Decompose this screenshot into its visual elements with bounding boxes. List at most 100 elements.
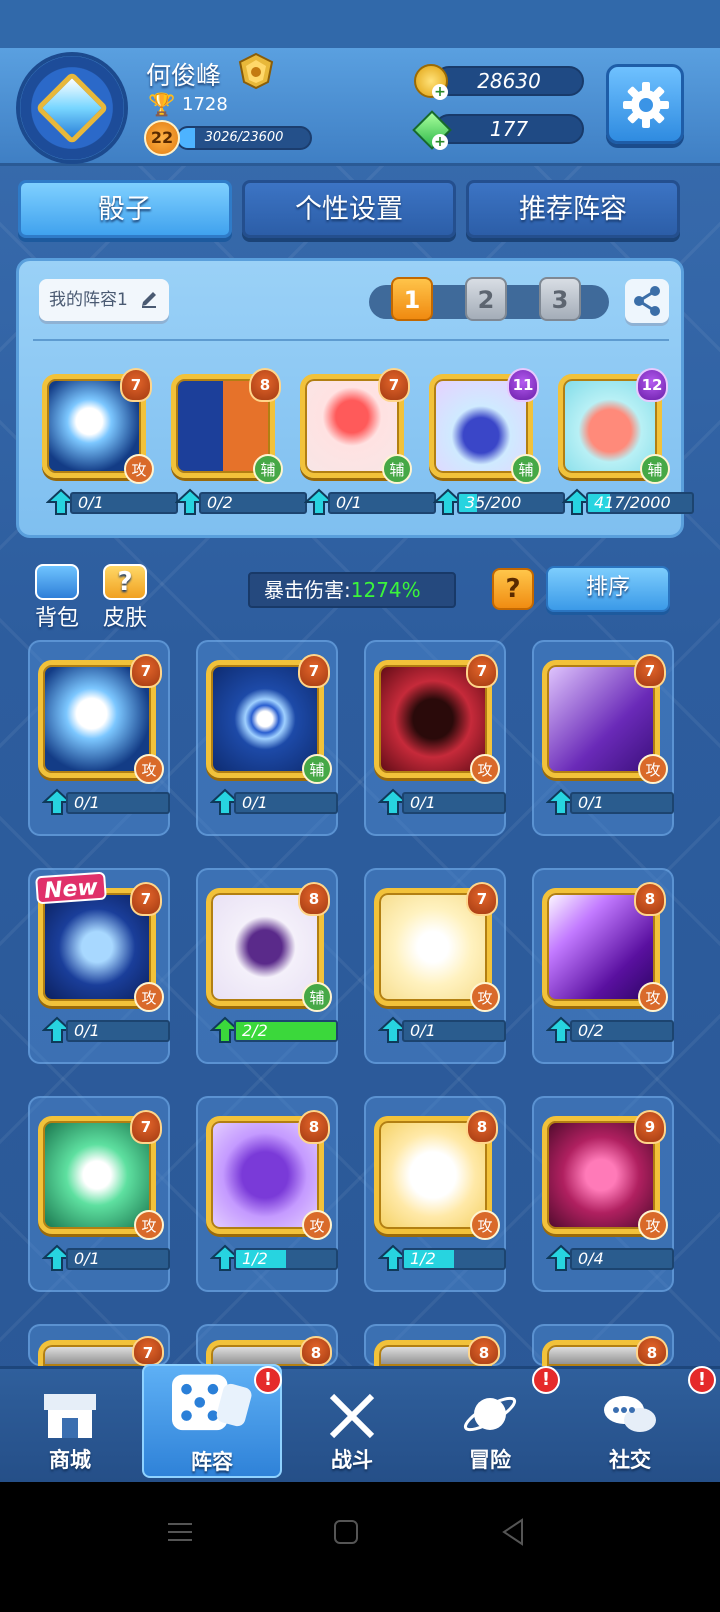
chat-bubbles-icon: [604, 1396, 656, 1432]
collection-card[interactable]: 7 攻 0/1: [542, 654, 674, 822]
upgrade-progress-text: 0/1: [74, 1021, 100, 1040]
deck-divider: [33, 339, 669, 341]
attack-type-badge: 攻: [134, 754, 164, 784]
support-type-badge: 辅: [640, 454, 670, 484]
home-icon[interactable]: [326, 1512, 366, 1552]
card-level-badge: 8: [636, 1336, 668, 1366]
card-level-badge: 11: [507, 368, 539, 402]
nav-label: 冒险: [469, 1448, 511, 1472]
alert-badge: !: [532, 1366, 560, 1394]
deck-slot-2[interactable]: 2: [465, 277, 507, 321]
deck-card[interactable]: 7 攻 0/1: [42, 368, 178, 522]
planet-icon: [463, 1396, 517, 1432]
collection-card[interactable]: 8 攻 1/2: [206, 1110, 338, 1278]
card-level-badge: 8: [298, 1110, 330, 1144]
skins-button[interactable]: ? 皮肤: [100, 564, 150, 632]
deck-name-button[interactable]: 我的阵容1: [39, 279, 169, 321]
tab-personalize[interactable]: 个性设置: [242, 180, 456, 238]
crit-damage-value: 1274%: [350, 578, 421, 602]
upgrade-progress-text: 0/1: [242, 793, 268, 812]
attack-type-badge: 攻: [470, 1210, 500, 1240]
nav-chat-bubbles[interactable]: 社交: [560, 1374, 700, 1478]
collection-card[interactable]: 7 攻 0/1: [374, 882, 506, 1050]
upgrade-progress-bar: 0/1: [66, 792, 170, 814]
xp-text: 3026/23600: [204, 130, 284, 145]
sort-button[interactable]: 排序: [546, 566, 670, 612]
deck-card[interactable]: 8 辅 0/2: [171, 368, 307, 522]
crossed-swords-icon: [329, 1393, 375, 1439]
attack-type-badge: 攻: [124, 454, 154, 484]
card-level-badge: 7: [466, 654, 498, 688]
upgrade-progress-text: 35/200: [465, 493, 522, 512]
upgrade-progress-bar: 417/2000: [586, 492, 694, 514]
upgrade-progress-bar: 0/2: [570, 1020, 674, 1042]
alert-badge: !: [254, 1366, 282, 1394]
attack-type-badge: 攻: [638, 754, 668, 784]
collection-card[interactable]: 8 辅 2/2: [206, 882, 338, 1050]
support-type-badge: 辅: [302, 754, 332, 784]
nav-shop[interactable]: 商城: [0, 1374, 140, 1478]
upgrade-progress-bar: 0/4: [570, 1248, 674, 1270]
collection-card[interactable]: 8 攻 0/2: [542, 882, 674, 1050]
add-gems-button[interactable]: +: [432, 134, 448, 150]
tab-dice[interactable]: 骰子: [18, 180, 232, 238]
card-level-badge: 12: [636, 368, 668, 402]
back-icon[interactable]: [494, 1512, 534, 1552]
upgrade-progress-bar: 0/1: [328, 492, 436, 514]
upgrade-progress-text: 0/1: [410, 1021, 436, 1040]
backpack-button[interactable]: 背包: [32, 564, 82, 632]
upgrade-progress-bar: 1/2: [402, 1248, 506, 1270]
upgrade-progress-bar: 0/2: [199, 492, 307, 514]
avatar[interactable]: [16, 52, 128, 164]
deck-slot-3[interactable]: 3: [539, 277, 581, 321]
add-gold-button[interactable]: +: [432, 84, 448, 100]
card-level-badge: 7: [298, 654, 330, 688]
gem-amount: 177: [434, 114, 584, 144]
recent-apps-icon[interactable]: [160, 1512, 200, 1552]
new-tag: New: [35, 871, 107, 905]
gold-amount: 28630: [434, 66, 584, 96]
card-level-badge: 8: [466, 1110, 498, 1144]
tab-recommended-decks[interactable]: 推荐阵容: [466, 180, 680, 238]
upgrade-progress-bar: 0/1: [234, 792, 338, 814]
collection-card[interactable]: 7 辅 0/1: [206, 654, 338, 822]
collection-card[interactable]: 7 攻 0/1: [38, 882, 170, 1050]
player-name: 何俊峰: [146, 61, 222, 90]
card-level-badge: 7: [132, 1336, 164, 1366]
deck-card[interactable]: 12 辅 417/2000: [558, 368, 694, 522]
card-level-badge: 8: [468, 1336, 500, 1366]
upgrade-progress-bar: 0/1: [402, 792, 506, 814]
status-bar: [0, 0, 720, 48]
backpack-label: 背包: [34, 606, 79, 631]
collection-card[interactable]: 7 攻 0/1: [38, 1110, 170, 1278]
xp-bar: 3026/23600: [176, 126, 312, 150]
deck-name: 我的阵容1: [49, 290, 128, 310]
collection-card[interactable]: 8 攻 1/2: [374, 1110, 506, 1278]
deck-card[interactable]: 7 辅 0/1: [300, 368, 436, 522]
upgrade-progress-text: 0/1: [336, 493, 362, 512]
skins-label: 皮肤: [102, 606, 147, 631]
support-type-badge: 辅: [253, 454, 283, 484]
share-button[interactable]: [625, 279, 669, 323]
attack-type-badge: 攻: [302, 1210, 332, 1240]
trophy-icon: 🏆: [148, 93, 176, 118]
upgrade-progress-text: 0/1: [74, 1249, 100, 1268]
collection-card[interactable]: 7 攻 0/1: [374, 654, 506, 822]
rank-badge-icon: [238, 52, 274, 90]
diamond-emblem-icon: [35, 71, 109, 145]
nav-crossed-swords[interactable]: 战斗: [282, 1374, 422, 1478]
help-button[interactable]: ?: [492, 568, 534, 610]
collection-card[interactable]: 7 攻 0/1: [38, 654, 170, 822]
dice-icon: [172, 1374, 252, 1431]
upgrade-progress-bar: 35/200: [457, 492, 565, 514]
upgrade-progress-bar: 0/1: [70, 492, 178, 514]
upgrade-progress-bar: 0/1: [66, 1020, 170, 1042]
deck-slot-1[interactable]: 1: [391, 277, 433, 321]
attack-type-badge: 攻: [470, 982, 500, 1012]
collection-card[interactable]: 9 攻 0/4: [542, 1110, 674, 1278]
pencil-icon: [142, 292, 156, 308]
deck-card[interactable]: 11 辅 35/200: [429, 368, 565, 522]
settings-button[interactable]: [606, 64, 684, 144]
card-level-badge: 7: [130, 882, 162, 916]
attack-type-badge: 攻: [638, 1210, 668, 1240]
